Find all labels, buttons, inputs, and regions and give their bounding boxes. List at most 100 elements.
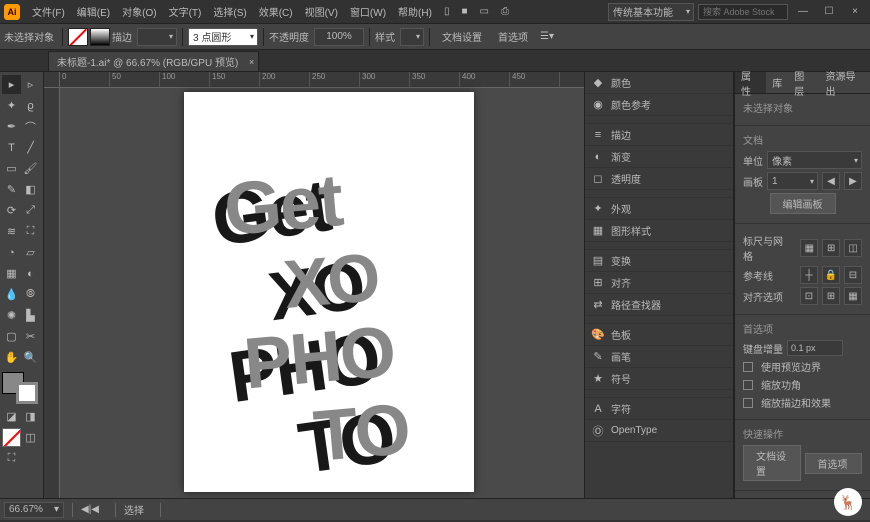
panel-item-15[interactable]: ✎画笔 xyxy=(585,346,733,368)
lasso-tool[interactable]: ϱ xyxy=(21,96,40,115)
guides-show-icon[interactable]: ┼ xyxy=(800,266,818,284)
selection-tool[interactable]: ▸ xyxy=(2,75,21,94)
symbol-sprayer-tool[interactable]: ✺ xyxy=(2,306,21,325)
transparency-grid-icon[interactable]: ◫ xyxy=(844,239,862,257)
blend-tool[interactable]: ⦾ xyxy=(21,285,40,304)
artwork-text-2[interactable]: XO xyxy=(281,238,382,324)
shape-builder-tool[interactable]: ◔ xyxy=(2,243,21,262)
checkbox-scale-strokes[interactable] xyxy=(743,398,753,408)
tab-libraries[interactable]: 库 xyxy=(766,72,788,93)
graph-tool[interactable]: ▙ xyxy=(21,306,40,325)
smart-guides-icon[interactable]: ⊟ xyxy=(844,266,862,284)
panel-item-5[interactable]: ◻透明度 xyxy=(585,168,733,190)
window-close[interactable]: × xyxy=(844,4,866,20)
panel-item-10[interactable]: ▤变换 xyxy=(585,250,733,272)
panel-item-1[interactable]: ◉颜色参考 xyxy=(585,94,733,116)
perspective-tool[interactable]: ▱ xyxy=(21,243,40,262)
artwork-text-1[interactable]: Get xyxy=(221,157,345,252)
width-tool[interactable]: ≋ xyxy=(2,222,21,241)
eyedropper-tool[interactable]: 💧 xyxy=(2,285,21,304)
artboard[interactable]: Get Get XO XO PHO PHO TO TO xyxy=(184,92,474,492)
window-maximize[interactable]: ☐ xyxy=(818,4,840,20)
gradient-tool[interactable]: ◐ xyxy=(21,264,40,283)
brush-dropdown[interactable]: 3 点圆形 xyxy=(188,28,258,46)
layout-icon-1[interactable]: ▯ xyxy=(438,6,456,17)
tab-properties[interactable]: 属性 xyxy=(735,72,766,93)
magic-wand-tool[interactable]: ✦ xyxy=(2,96,21,115)
panel-item-12[interactable]: ⇄路径查找器 xyxy=(585,294,733,316)
prev-artboard-icon[interactable]: ◀ xyxy=(822,172,840,190)
next-artboard-icon[interactable]: ▶ xyxy=(844,172,862,190)
close-tab-icon[interactable]: × xyxy=(249,57,254,67)
layout-icon-3[interactable]: ▭ xyxy=(474,6,495,17)
menu-effect[interactable]: 效果(C) xyxy=(253,4,299,19)
opacity-input[interactable] xyxy=(314,28,364,46)
guides-lock-icon[interactable]: 🔒 xyxy=(822,266,840,284)
artwork-text-4[interactable]: TO xyxy=(311,388,412,478)
stroke-width-dropdown[interactable] xyxy=(137,28,177,46)
ruler-icon[interactable]: ▦ xyxy=(800,239,818,257)
workspace-switcher[interactable]: 传统基本功能 xyxy=(608,3,694,21)
menu-edit[interactable]: 编辑(E) xyxy=(71,4,116,19)
quick-doc-setup-button[interactable]: 文档设置 xyxy=(743,445,801,481)
free-transform-tool[interactable]: ⛶ xyxy=(21,222,40,241)
gradient-mode-icon[interactable]: ◨ xyxy=(21,407,40,426)
tab-assets[interactable]: 资源导出 xyxy=(820,72,870,93)
panel-item-0[interactable]: ◆颜色 xyxy=(585,72,733,94)
menu-view[interactable]: 视图(V) xyxy=(299,4,344,19)
zoom-level-dropdown[interactable]: 66.67%▾ xyxy=(4,502,64,518)
curvature-tool[interactable]: ⌒ xyxy=(21,117,40,136)
arrange-icon[interactable]: ⎙ xyxy=(495,6,515,17)
slice-tool[interactable]: ✂ xyxy=(21,327,40,346)
mesh-tool[interactable]: ▦ xyxy=(2,264,21,283)
paintbrush-tool[interactable]: 🖌 xyxy=(21,159,40,178)
screen-mode-icon[interactable]: ⛶ xyxy=(2,449,21,468)
document-tab[interactable]: 未标题-1.ai* @ 66.67% (RGB/GPU 预览) × xyxy=(48,51,259,71)
preferences-button[interactable]: 首选项 xyxy=(491,28,535,46)
zoom-tool[interactable]: 🔍 xyxy=(21,348,40,367)
panel-item-19[interactable]: ⓄOpenType xyxy=(585,420,733,442)
color-controls[interactable] xyxy=(2,372,41,406)
panel-item-7[interactable]: ✦外观 xyxy=(585,198,733,220)
scale-tool[interactable]: ⤢ xyxy=(21,201,40,220)
grid-icon[interactable]: ⊞ xyxy=(822,239,840,257)
menu-select[interactable]: 选择(S) xyxy=(207,4,252,19)
document-setup-button[interactable]: 文档设置 xyxy=(435,28,489,46)
snap-pixel-icon[interactable]: ⊞ xyxy=(822,287,840,305)
menu-type[interactable]: 文字(T) xyxy=(163,4,208,19)
rotate-tool[interactable]: ⟳ xyxy=(2,201,21,220)
artboard-tool[interactable]: ▢ xyxy=(2,327,21,346)
checkbox-preview-bounds[interactable] xyxy=(743,362,753,372)
artboard-nav-prev-icon[interactable]: ◀ xyxy=(81,504,89,515)
panel-item-8[interactable]: ▦图形样式 xyxy=(585,220,733,242)
snap-point-icon[interactable]: ⊡ xyxy=(800,287,818,305)
stroke-color[interactable] xyxy=(16,382,38,404)
style-dropdown[interactable] xyxy=(400,28,424,46)
menu-object[interactable]: 对象(O) xyxy=(116,4,162,19)
menu-help[interactable]: 帮助(H) xyxy=(392,4,438,19)
draw-normal-icon[interactable]: ◫ xyxy=(21,428,40,447)
shaper-tool[interactable]: ✎ xyxy=(2,180,21,199)
more-icon[interactable]: ☰▾ xyxy=(540,31,554,42)
tab-layers[interactable]: 图层 xyxy=(788,72,819,93)
window-minimize[interactable]: — xyxy=(792,4,814,20)
type-tool[interactable]: T xyxy=(2,138,21,157)
none-mode-icon[interactable] xyxy=(2,428,21,447)
stroke-swatch[interactable] xyxy=(90,28,110,46)
key-increment-input[interactable] xyxy=(787,340,843,356)
stock-search-input[interactable] xyxy=(698,4,788,20)
quick-prefs-button[interactable]: 首选项 xyxy=(805,453,863,474)
ruler-vertical[interactable] xyxy=(44,88,60,498)
panel-item-3[interactable]: ≡描边 xyxy=(585,124,733,146)
ruler-origin[interactable] xyxy=(44,72,60,88)
panel-item-4[interactable]: ◐渐变 xyxy=(585,146,733,168)
canvas[interactable]: 050100150200250300350400450 Get Get XO X… xyxy=(44,72,584,498)
unit-dropdown[interactable]: 像素 xyxy=(767,151,862,169)
panel-item-14[interactable]: 🎨色板 xyxy=(585,324,733,346)
menu-window[interactable]: 窗口(W) xyxy=(344,4,392,19)
menu-file[interactable]: 文件(F) xyxy=(26,4,71,19)
checkbox-scale-corners[interactable] xyxy=(743,380,753,390)
edit-artboards-button[interactable]: 编辑画板 xyxy=(770,193,836,214)
hand-tool[interactable]: ✋ xyxy=(2,348,21,367)
layout-icon-2[interactable]: ■ xyxy=(455,6,473,17)
